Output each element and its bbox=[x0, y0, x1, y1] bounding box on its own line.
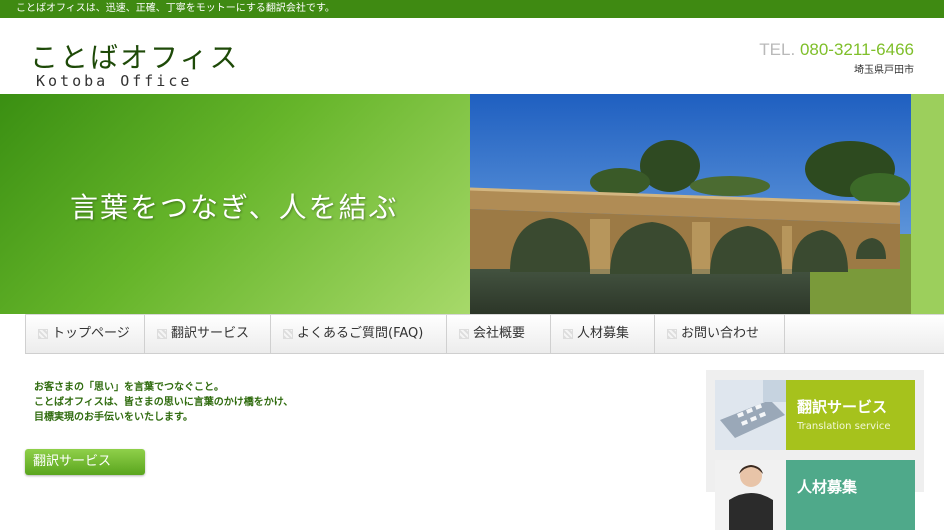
nav-label: お問い合わせ bbox=[681, 326, 760, 341]
nav-bullet-icon bbox=[38, 329, 48, 339]
banner-title: 人材募集 bbox=[797, 478, 858, 496]
address: 埼玉県戸田市 bbox=[854, 65, 914, 76]
nav-bullet-icon bbox=[459, 329, 469, 339]
person-icon bbox=[715, 460, 786, 530]
bridge-illustration bbox=[470, 94, 911, 314]
hero-banner: 言葉をつなぎ、人を結ぶ bbox=[0, 94, 944, 314]
nav-bullet-icon bbox=[283, 329, 293, 339]
phone-number: TEL. 080-3211-6466 bbox=[759, 40, 914, 60]
nav-company-profile[interactable]: 会社概要 bbox=[447, 315, 551, 353]
nav-label: トップページ bbox=[52, 326, 130, 341]
nav-bullet-icon bbox=[563, 329, 573, 339]
hero-bridge-photo bbox=[470, 94, 911, 314]
keyboard-icon bbox=[715, 380, 786, 450]
banner-subtitle: Translation service bbox=[797, 421, 891, 432]
sidebar: 翻訳サービス Translation service 人材募集 bbox=[706, 370, 924, 530]
topbar-tagline: ことばオフィスは、迅速、正確、丁寧をモットーにする翻訳会社です。 bbox=[0, 0, 944, 18]
hero-tagline: 言葉をつなぎ、人を結ぶ bbox=[70, 191, 399, 224]
main-navigation: トップページ 翻訳サービス よくあるご質問(FAQ) 会社概要 人材募集 お問い… bbox=[25, 314, 944, 354]
sidebar-banner-recruitment[interactable]: 人材募集 bbox=[715, 460, 915, 530]
intro-line: お客さまの「思い」を言葉でつなぐこと。 bbox=[34, 382, 224, 393]
intro-line: 目標実現のお手伝いをいたします。 bbox=[34, 412, 193, 423]
nav-top-page[interactable]: トップページ bbox=[25, 315, 145, 353]
nav-bullet-icon bbox=[667, 329, 677, 339]
sidebar-banner-translation[interactable]: 翻訳サービス Translation service bbox=[715, 380, 915, 450]
tel-prefix: TEL. bbox=[759, 40, 796, 59]
nav-faq[interactable]: よくあるご質問(FAQ) bbox=[271, 315, 447, 353]
site-logo[interactable]: ことばオフィス bbox=[30, 36, 239, 76]
keyboard-photo bbox=[715, 380, 786, 450]
nav-recruitment[interactable]: 人材募集 bbox=[551, 315, 655, 353]
site-header: ことばオフィス Kotoba Office TEL. 080-3211-6466… bbox=[0, 18, 944, 94]
translation-service-button[interactable]: 翻訳サービス bbox=[25, 449, 145, 475]
nav-translation-service[interactable]: 翻訳サービス bbox=[145, 315, 271, 353]
hero-edge-strip bbox=[911, 94, 944, 314]
nav-contact[interactable]: お問い合わせ bbox=[655, 315, 785, 353]
tel-number: 080-3211-6466 bbox=[799, 40, 914, 59]
hero-green-panel: 言葉をつなぎ、人を結ぶ bbox=[0, 94, 470, 314]
site-logo-english: Kotoba Office bbox=[36, 72, 193, 90]
banner-text-area: 翻訳サービス Translation service bbox=[786, 380, 915, 450]
banner-text-area: 人材募集 bbox=[786, 460, 915, 530]
nav-label: 会社概要 bbox=[473, 326, 526, 341]
nav-label: 人材募集 bbox=[577, 326, 630, 341]
intro-text: お客さまの「思い」を言葉でつなぐこと。 ことばオフィスは、皆さまの思いに言葉のか… bbox=[34, 380, 293, 425]
person-photo bbox=[715, 460, 786, 530]
intro-line: ことばオフィスは、皆さまの思いに言葉のかけ橋をかけ、 bbox=[34, 397, 294, 408]
nav-bullet-icon bbox=[157, 329, 167, 339]
banner-title: 翻訳サービス bbox=[797, 398, 888, 416]
nav-label: 翻訳サービス bbox=[171, 326, 250, 341]
nav-label: よくあるご質問(FAQ) bbox=[297, 326, 424, 341]
